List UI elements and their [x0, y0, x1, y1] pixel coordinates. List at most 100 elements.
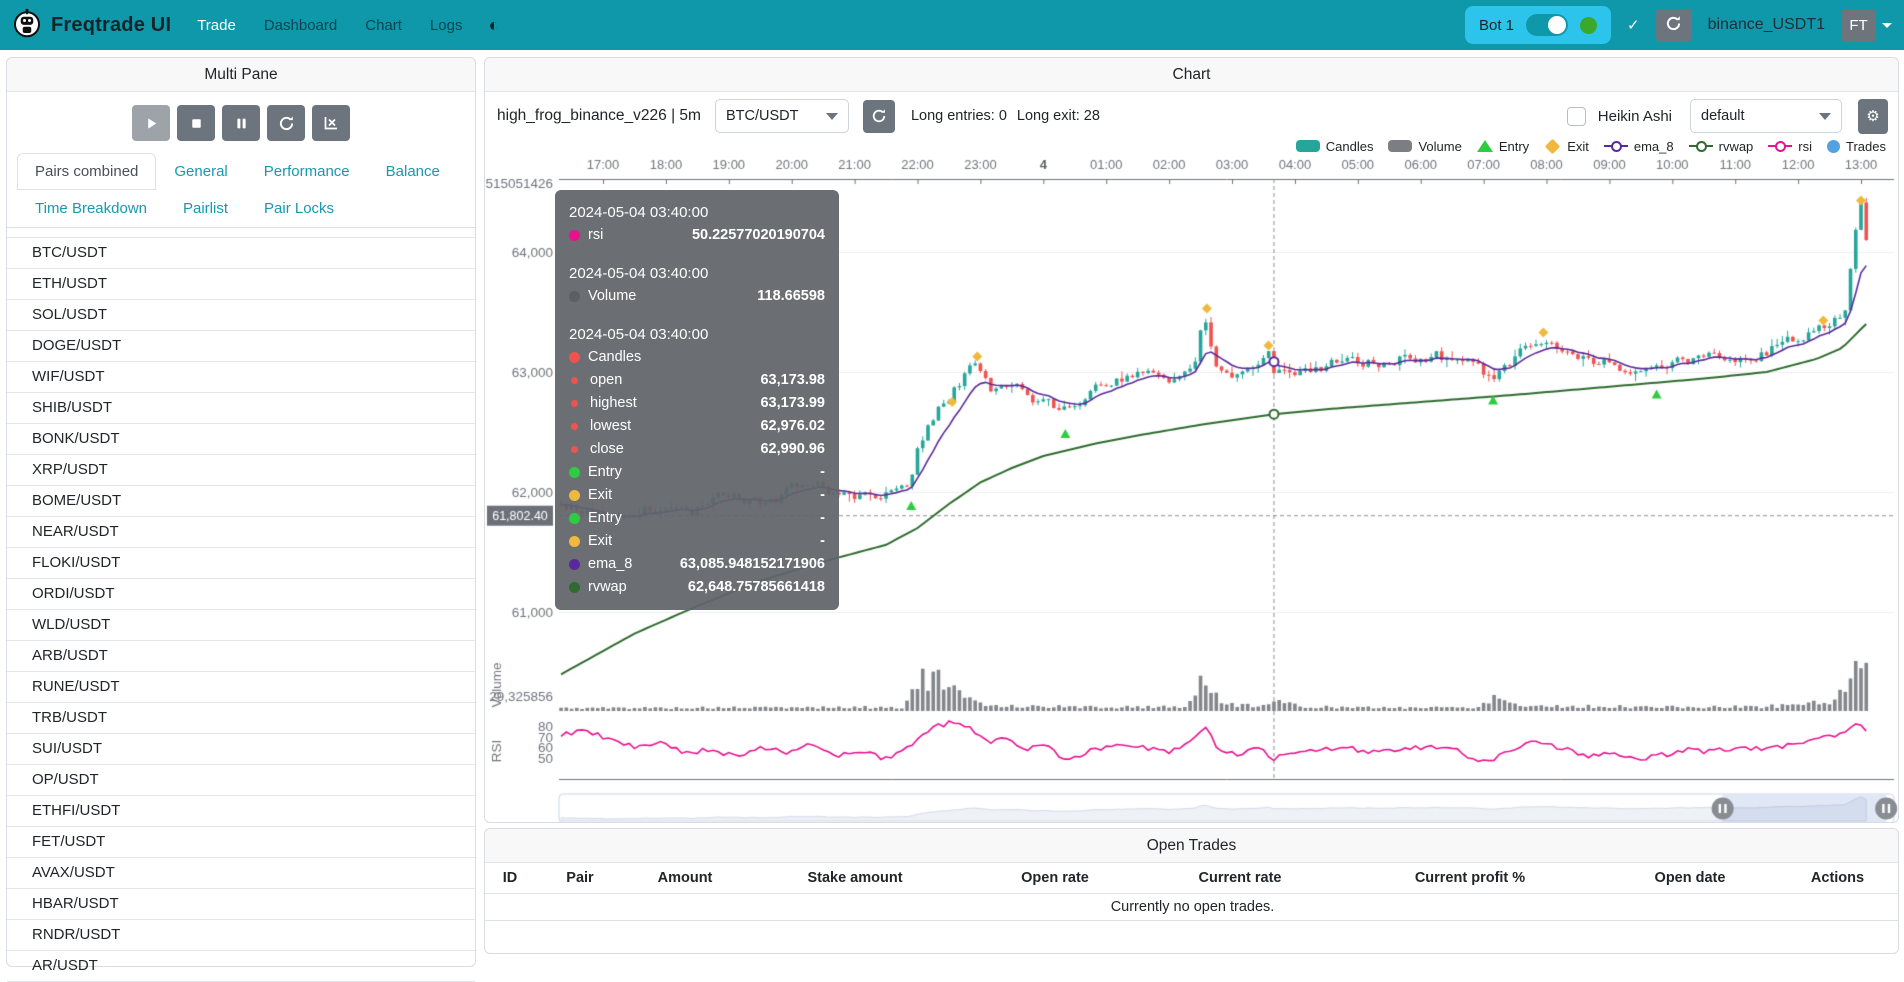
pair-list-item[interactable]: DOGE/USDT: [7, 331, 475, 362]
legend-label: Trades: [1846, 139, 1886, 154]
pair-list-item[interactable]: OP/USDT: [7, 765, 475, 796]
legend-label: Exit: [1567, 139, 1589, 154]
tooltip-row: Exit-: [569, 530, 825, 553]
tab-pairs-combined[interactable]: Pairs combined: [17, 153, 156, 190]
pause-button[interactable]: [222, 105, 260, 141]
bot-enable-toggle[interactable]: [1526, 14, 1568, 36]
tooltip-series-value: 63,173.99: [760, 392, 825, 415]
reload-bot-button[interactable]: [1656, 9, 1692, 42]
pair-list-item[interactable]: TRB/USDT: [7, 703, 475, 734]
pair-list-item[interactable]: ARB/USDT: [7, 641, 475, 672]
tooltip-series-value: 63,085.948152171906: [680, 553, 825, 576]
volume-legend-icon: [1388, 140, 1412, 152]
tab-performance[interactable]: Performance: [246, 153, 368, 190]
tooltip-row: open63,173.98: [569, 369, 825, 392]
tooltip-series-label: Exit: [588, 484, 612, 507]
rsi-line-icon: [1768, 145, 1792, 147]
play-button[interactable]: [132, 105, 170, 141]
long-exits-count: Long exit: 28: [1017, 108, 1100, 124]
legend-item-exit[interactable]: Exit: [1544, 139, 1589, 154]
chevron-down-icon: [826, 113, 838, 120]
pair-list-item[interactable]: AR/USDT: [7, 951, 475, 982]
pair-list-item[interactable]: RUNE/USDT: [7, 672, 475, 703]
legend-item-ema_8[interactable]: ema_8: [1604, 139, 1674, 154]
pair-list-item[interactable]: FLOKI/USDT: [7, 548, 475, 579]
legend-item-trades[interactable]: Trades: [1827, 139, 1886, 154]
tooltip-row: lowest62,976.02: [569, 415, 825, 438]
plot-settings-button[interactable]: ⚙: [1858, 99, 1888, 134]
entry-triangle-icon: [1477, 140, 1493, 152]
pair-list-item[interactable]: ORDI/USDT: [7, 579, 475, 610]
candles-legend-icon: [1296, 140, 1320, 152]
legend-item-rvwap[interactable]: rvwap: [1689, 139, 1754, 154]
tooltip-section: 2024-05-04 03:40:00Candlesopen63,173.98h…: [569, 323, 825, 599]
tooltip-series-label: Exit: [588, 530, 612, 553]
reload-config-button[interactable]: [267, 105, 305, 141]
nav-link-chart[interactable]: Chart: [365, 17, 402, 34]
series-dot-icon: [569, 536, 580, 547]
series-dot-icon: [571, 446, 578, 453]
pair-list-item[interactable]: SUI/USDT: [7, 734, 475, 765]
pair-list-item[interactable]: BTC/USDT: [7, 238, 475, 269]
pair-list-item[interactable]: SOL/USDT: [7, 300, 475, 331]
pair-list-item[interactable]: BONK/USDT: [7, 424, 475, 455]
column-header-open-date: Open date: [1605, 863, 1775, 894]
pair-list-item[interactable]: WIF/USDT: [7, 362, 475, 393]
nav-link-logs[interactable]: Logs: [430, 17, 463, 34]
trades-circle-icon: [1827, 140, 1840, 153]
legend-item-rsi[interactable]: rsi: [1768, 139, 1812, 154]
multi-pane-panel: Multi Pane Pairs combinedGeneralPerforma…: [6, 57, 476, 967]
app-title: Freqtrade UI: [51, 14, 171, 37]
pair-list-item[interactable]: WLD/USDT: [7, 610, 475, 641]
tab-pairlist[interactable]: Pairlist: [165, 190, 246, 227]
pair-list-item[interactable]: FET/USDT: [7, 827, 475, 858]
pair-list-item[interactable]: RNDR/USDT: [7, 920, 475, 951]
refresh-chart-button[interactable]: [863, 100, 895, 133]
bot-selector[interactable]: Bot 1: [1465, 6, 1611, 44]
tooltip-series-value: 50.22577020190704: [692, 224, 825, 247]
forget-chart-button[interactable]: [312, 105, 350, 141]
tooltip-series-label: Entry: [588, 461, 622, 484]
account-name: binance_USDT1: [1708, 16, 1825, 34]
pair-list-item[interactable]: HBAR/USDT: [7, 889, 475, 920]
tooltip-series-value: 62,976.02: [760, 415, 825, 438]
tab-time-breakdown[interactable]: Time Breakdown: [17, 190, 165, 227]
column-header-amount: Amount: [625, 863, 745, 894]
tooltip-date: 2024-05-04 03:40:00: [569, 262, 825, 285]
brand[interactable]: Freqtrade UI: [12, 8, 171, 43]
tab-balance[interactable]: Balance: [368, 153, 458, 190]
plot-config-select[interactable]: default: [1690, 99, 1842, 133]
open-trades-title: Open Trades: [485, 829, 1898, 863]
pair-list-item[interactable]: ETH/USDT: [7, 269, 475, 300]
tooltip-series-label: close: [590, 438, 624, 461]
tooltip-series-value: -: [820, 461, 825, 484]
nav-link-dashboard[interactable]: Dashboard: [264, 17, 337, 34]
series-dot-icon: [571, 423, 578, 430]
main-nav: Trade Dashboard Chart Logs: [197, 17, 462, 34]
heikin-ashi-checkbox[interactable]: [1567, 107, 1586, 126]
pair-list-item[interactable]: SHIB/USDT: [7, 393, 475, 424]
legend-item-entry[interactable]: Entry: [1477, 139, 1529, 154]
legend-item-volume[interactable]: Volume: [1388, 139, 1461, 154]
legend-label: Volume: [1418, 139, 1461, 154]
theme-toggle-icon[interactable]: ◐: [488, 15, 499, 36]
pair-list-item[interactable]: BOME/USDT: [7, 486, 475, 517]
legend-item-candles[interactable]: Candles: [1296, 139, 1374, 154]
tab-pair-locks[interactable]: Pair Locks: [246, 190, 352, 227]
stop-button[interactable]: [177, 105, 215, 141]
pair-list-item[interactable]: XRP/USDT: [7, 455, 475, 486]
tab-general[interactable]: General: [156, 153, 245, 190]
tooltip-series-label: highest: [590, 392, 637, 415]
column-header-stake-amount: Stake amount: [745, 863, 965, 894]
tooltip-series-value: 62,648.75785661418: [688, 576, 825, 599]
pair-list-item[interactable]: NEAR/USDT: [7, 517, 475, 548]
pair-select[interactable]: BTC/USDT: [715, 99, 849, 133]
tooltip-series-label: rvwap: [588, 576, 627, 599]
tooltip-series-value: 63,173.98: [760, 369, 825, 392]
user-menu[interactable]: FT: [1841, 9, 1892, 42]
open-trades-table: IDPairAmountStake amountOpen rateCurrent…: [485, 863, 1899, 921]
nav-link-trade[interactable]: Trade: [197, 17, 236, 34]
pair-list-item[interactable]: ETHFI/USDT: [7, 796, 475, 827]
series-dot-icon: [569, 490, 580, 501]
pair-list-item[interactable]: AVAX/USDT: [7, 858, 475, 889]
